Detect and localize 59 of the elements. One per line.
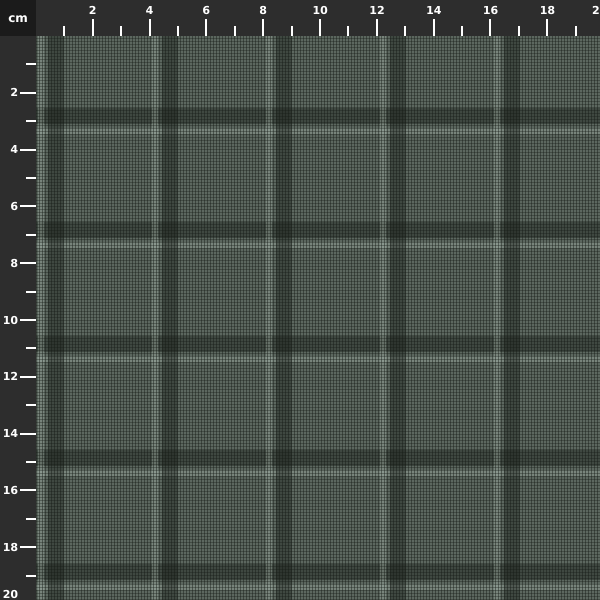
ruler-label: 14	[426, 5, 442, 16]
tick-mark	[26, 63, 36, 66]
tick-mark	[262, 19, 264, 36]
tick-mark	[290, 26, 293, 36]
ruler-label: 2	[10, 87, 18, 98]
tick-mark	[20, 92, 36, 94]
tick-mark	[92, 19, 94, 36]
ruler-label: 12	[2, 371, 18, 382]
tick-mark	[546, 19, 548, 36]
tick-mark	[205, 19, 208, 36]
tick-mark	[20, 148, 36, 151]
ruler-label: 4	[10, 144, 18, 156]
ruler-label: 18	[2, 542, 18, 553]
tick-mark	[20, 205, 36, 208]
tick-mark	[177, 26, 179, 36]
tick-mark	[376, 19, 378, 36]
tick-mark	[432, 19, 435, 36]
tick-mark	[574, 26, 577, 36]
tick-mark	[20, 546, 36, 548]
tick-mark	[20, 262, 36, 264]
tick-mark	[120, 26, 122, 36]
ruler-label: 4	[146, 5, 154, 16]
ruler-label: 2	[88, 5, 96, 16]
tick-mark	[26, 290, 36, 293]
tick-mark	[20, 432, 36, 435]
tick-mark	[461, 26, 463, 36]
tick-mark	[20, 489, 36, 492]
tick-mark	[26, 120, 36, 122]
tick-mark	[319, 19, 321, 36]
tick-mark	[26, 177, 36, 179]
tick-mark	[26, 347, 36, 350]
tick-mark	[26, 234, 36, 236]
tick-mark	[26, 404, 36, 406]
ruler-label: 6	[202, 5, 210, 16]
tick-mark	[518, 26, 520, 36]
tick-mark	[404, 26, 406, 36]
ruler-label: 14	[2, 428, 18, 440]
tick-mark	[20, 319, 36, 321]
tick-mark	[489, 19, 492, 36]
tick-mark	[63, 26, 66, 36]
unit-label: cm	[0, 0, 36, 36]
ruler-label: 10	[312, 5, 328, 16]
tick-mark	[20, 376, 36, 378]
tick-mark	[26, 574, 36, 577]
ruler-label: 18	[540, 5, 555, 16]
ruler-label: 20	[2, 589, 18, 600]
tick-mark	[347, 26, 350, 36]
tick-mark	[148, 19, 151, 36]
ruler-label: 12	[369, 5, 385, 16]
tick-mark	[26, 461, 36, 463]
ruler-label: 16	[2, 484, 18, 496]
ruler-label: 16	[482, 5, 498, 16]
ruler-label: 2	[592, 5, 600, 16]
ruler-label: 10	[2, 314, 18, 326]
ruler-label: 8	[259, 5, 267, 16]
ruler-label: 8	[10, 258, 18, 269]
ruler-label: 6	[10, 200, 18, 212]
tick-mark	[234, 26, 236, 36]
tick-mark	[26, 518, 36, 520]
